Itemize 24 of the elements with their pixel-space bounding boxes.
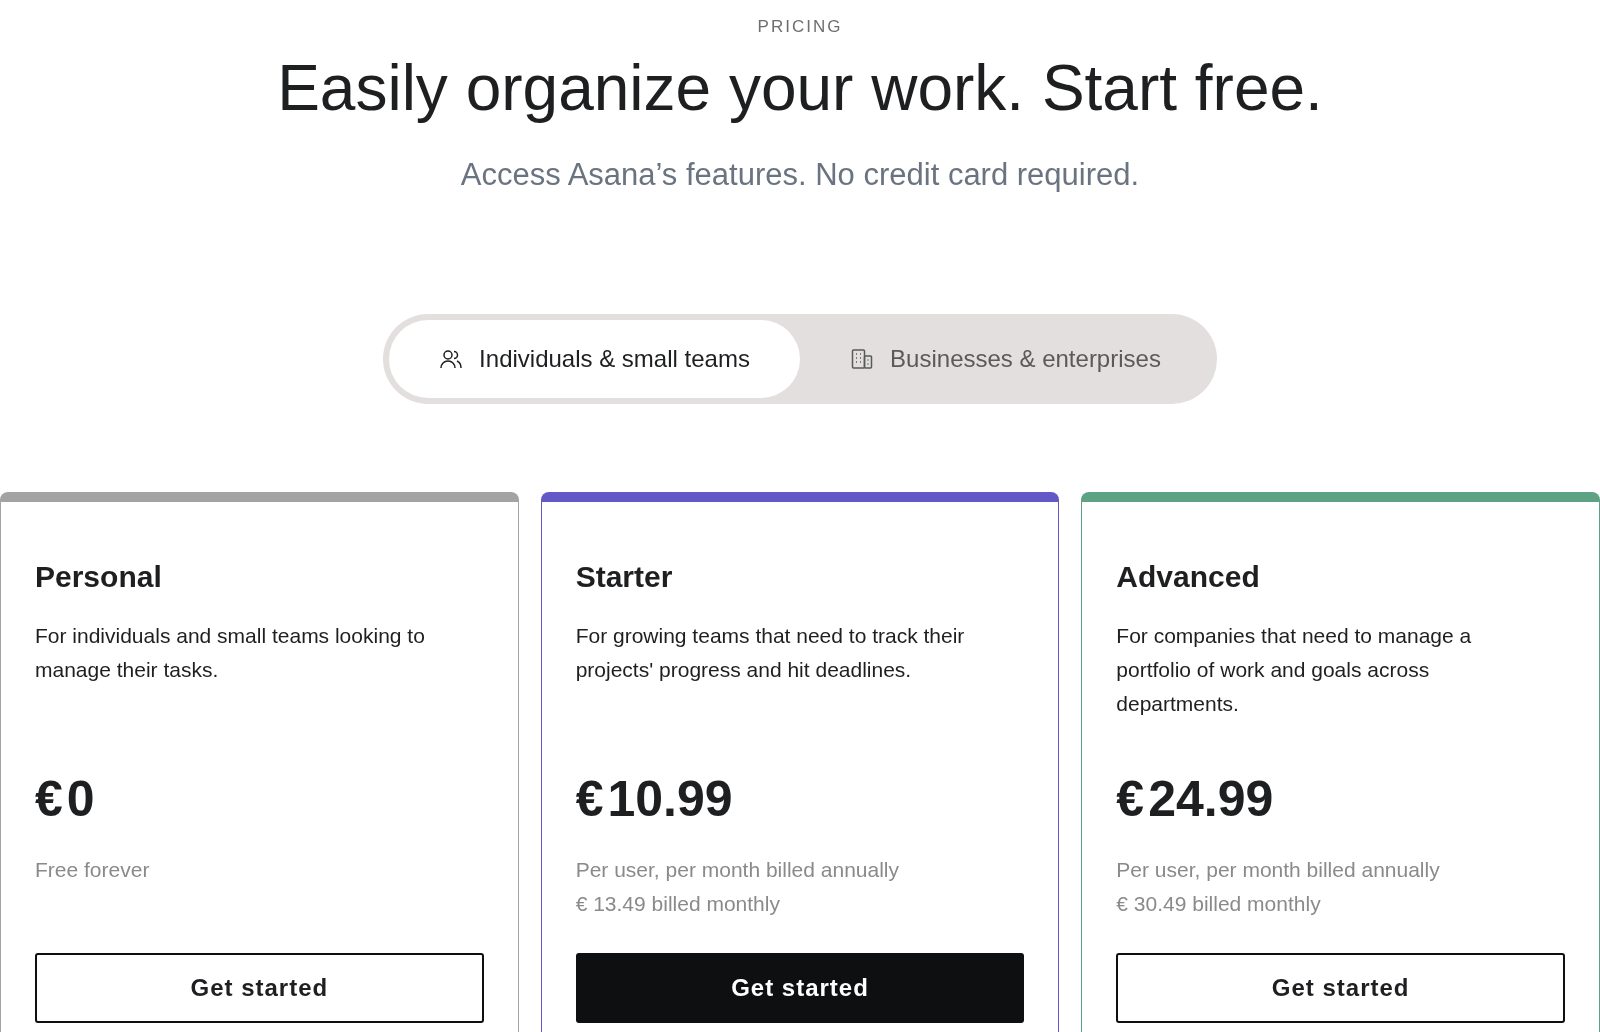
get-started-button[interactable]: Get started (35, 953, 484, 1023)
plan-price: €0 (35, 770, 95, 829)
plan-description: For individuals and small teams looking to manage their tasks. (35, 623, 426, 683)
price-note: Free forever (35, 857, 150, 883)
plan-name: Starter (575, 559, 674, 595)
eyebrow-text: PRICING (757, 16, 843, 38)
plan-price: €24.99 (1116, 770, 1274, 829)
price-note: Per user, per month billed annually (575, 857, 899, 883)
segment-tab[interactable]: Businesses & enterprises (800, 320, 1211, 398)
people-icon (439, 347, 464, 371)
page-heading: Easily organize your work. Start free. (277, 50, 1323, 126)
price-note: € 30.49 billed monthly (1116, 891, 1321, 917)
price-note: Per user, per month billed annually (1116, 857, 1440, 883)
price-note: € 13.49 billed monthly (575, 891, 780, 917)
plan-name: Advanced (1116, 559, 1261, 595)
get-started-button[interactable]: Get started (575, 953, 1025, 1023)
get-started-button[interactable]: Get started (1116, 953, 1565, 1023)
segment-tab[interactable]: Individuals & small teams (389, 320, 800, 398)
page-subheading: Access Asana’s features. No credit card required. (460, 155, 1140, 194)
plan-price: €10.99 (575, 770, 733, 829)
plan-name: Personal (35, 559, 163, 595)
building-icon (850, 347, 875, 371)
plan-description: For companies that need to manage a portfolio of work and goals across departments. (1116, 623, 1473, 717)
plan-description: For growing teams that need to track their projects' progress and hit deadlines. (575, 623, 966, 683)
